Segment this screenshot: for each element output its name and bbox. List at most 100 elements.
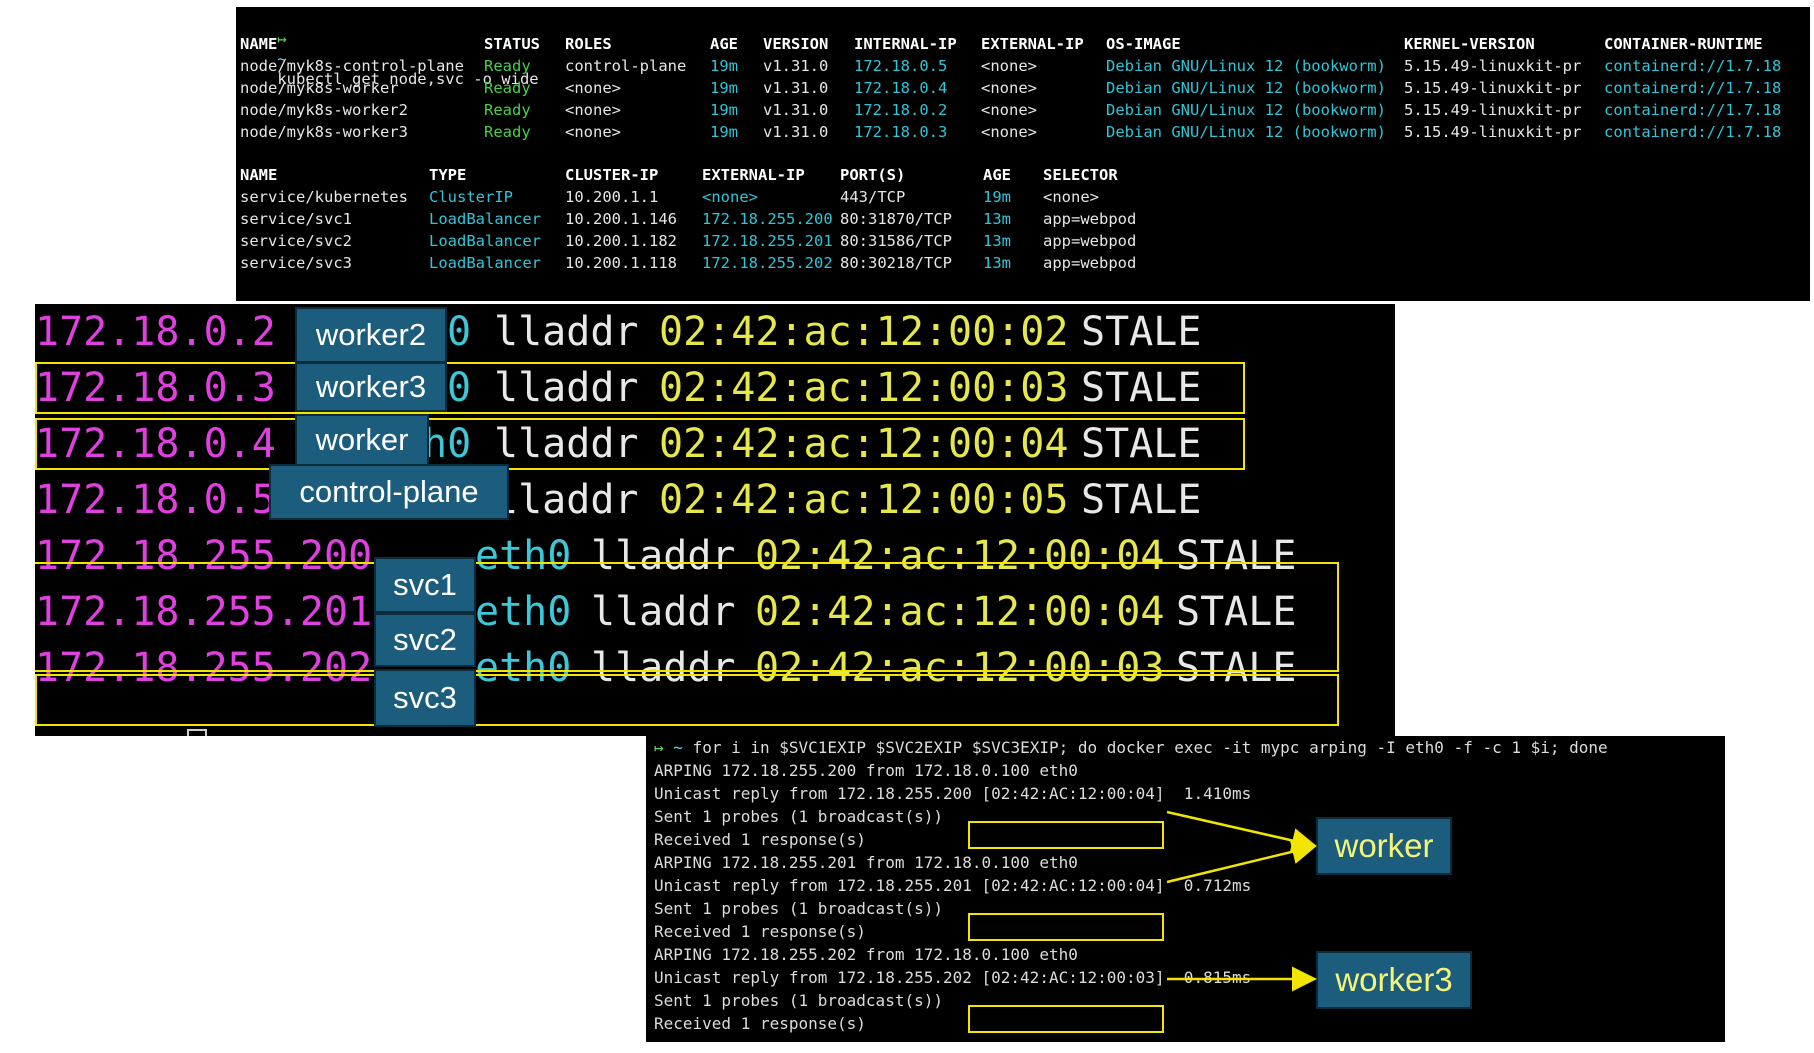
service-row-cell: 172.18.255.200 [702,210,833,228]
service-table-header-col: TYPE [429,166,467,184]
node-row-cell: 172.18.0.3 [854,123,948,141]
arp-neighbor-terminal[interactable]: 172.18.0.2 0 lladdr 02:42:ac:12:00:02 STALE 1… [35,304,1395,736]
node-row-cell: <none> [981,57,1037,75]
arp-row[interactable]: 172.18.0.2 0 lladdr 02:42:ac:12:00:02 STALE [35,304,1395,360]
node-row-cell: Ready [484,101,531,119]
node-row-cell: node/myk8s-control-plane [240,57,464,75]
service-row-cell: LoadBalancer [429,232,541,250]
service-row-cell: LoadBalancer [429,254,541,272]
node-row-cell: Debian GNU/Linux 12 (bookworm) [1106,123,1386,141]
node-row-cell: v1.31.0 [763,101,829,119]
service-table-header-col: AGE [983,166,1011,184]
arping-output-line: Unicast reply from 172.18.255.201 [02:42… [654,876,1252,895]
node-tag-svc2: svc2 [374,613,476,667]
node-row-cell: 5.15.49-linuxkit-pr [1404,79,1582,97]
arp-state: STALE [1081,309,1202,355]
arp-mac: 02:42:ac:12:00:05 [659,477,1069,523]
node-tag-svc3: svc3 [374,669,476,727]
highlight-box [35,362,1245,414]
service-row-cell: LoadBalancer [429,210,541,228]
service-table-header-col: CLUSTER-IP [565,166,659,184]
service-row-cell: 13m [983,210,1011,228]
service-row-cell: service/svc3 [240,254,352,272]
prompt-arrow-icon: ↦ [277,299,286,301]
node-table-header-col: VERSION [763,35,829,53]
service-row-cell: 80:30218/TCP [840,254,952,272]
arping-terminal[interactable]: ↦ ~ for i in $SVC1EXIP $SVC2EXIP $SVC3EX… [646,736,1725,1042]
node-row-cell: node/myk8s-worker [240,79,399,97]
arping-output-line: Sent 1 probes (1 broadcast(s)) [654,807,943,826]
node-row-cell: 172.18.0.2 [854,101,948,119]
node-row-cell: Ready [484,123,531,141]
node-row-cell: Ready [484,79,531,97]
service-row-cell: <none> [702,188,758,206]
arping-output-line: Unicast reply from 172.18.255.200 [02:42… [654,784,1252,803]
node-row-cell: <none> [565,101,621,119]
service-row-cell: 13m [983,254,1011,272]
service-row-cell: 172.18.255.201 [702,232,833,250]
service-row-cell: <none> [1043,188,1099,206]
node-table-header-col: KERNEL-VERSION [1404,35,1535,53]
arping-output-line: Unicast reply from 172.18.255.202 [02:42… [654,968,1252,987]
node-table-header-col: INTERNAL-IP [854,35,957,53]
node-table-header-col: ROLES [565,35,612,53]
arp-ip: 172.18.0.5 [35,477,276,523]
arping-output-line: Sent 1 probes (1 broadcast(s)) [654,899,943,918]
node-row-cell: 5.15.49-linuxkit-pr [1404,123,1582,141]
highlight-box [35,674,1339,726]
arp-row[interactable]: 172.18.0.5 lladdr 02:42:ac:12:00:05 STALE [35,472,1395,528]
node-row-cell: <none> [981,123,1037,141]
arping-output-line: Received 1 response(s) [654,922,866,941]
node-row-cell: 5.15.49-linuxkit-pr [1404,101,1582,119]
node-row-cell: <none> [565,123,621,141]
prompt-arrow-icon: ↦ [654,738,664,757]
service-row-cell: app=webpod [1043,254,1137,272]
prompt-cwd: ~ [673,738,683,757]
service-row-cell: app=webpod [1043,210,1137,228]
node-table-header-col: EXTERNAL-IP [981,35,1084,53]
service-row-cell: service/svc2 [240,232,352,250]
node-row-cell: 19m [710,57,738,75]
node-row-cell: Debian GNU/Linux 12 (bookworm) [1106,57,1386,75]
service-row-cell: 10.200.1.118 [565,254,677,272]
service-row-cell: service/svc1 [240,210,352,228]
node-row-cell: Ready [484,57,531,75]
callout-worker: worker [1316,817,1452,875]
arp-lladdr: lladdr [494,309,639,355]
arping-output-line: ARPING 172.18.255.202 from 172.18.0.100 … [654,945,1078,964]
node-row-cell: 19m [710,123,738,141]
node-table-header-col: NAME [240,35,278,53]
highlight-box [35,562,1339,672]
service-row-cell: ClusterIP [429,188,513,206]
mac-highlight-box [968,1005,1164,1033]
prompt-line[interactable]: ↦ ~ › [240,278,314,301]
node-row-cell: 5.15.49-linuxkit-pr [1404,57,1582,75]
arp-device: 0 [447,309,472,355]
service-row-cell: 19m [983,188,1011,206]
node-row-cell: 19m [710,79,738,97]
arping-output-line: Received 1 response(s) [654,1014,866,1033]
service-row-cell: app=webpod [1043,232,1137,250]
node-table-header-col: AGE [710,35,738,53]
node-row-cell: containerd://1.7.18 [1604,79,1782,97]
node-row-cell: 172.18.0.4 [854,79,948,97]
arp-ip: 172.18.0.2 [35,309,276,355]
service-row-cell: 80:31870/TCP [840,210,952,228]
node-table-header-col: STATUS [484,35,540,53]
node-row-cell: 172.18.0.5 [854,57,948,75]
service-row-cell: 10.200.1.146 [565,210,677,228]
kubectl-terminal[interactable]: ↦ ~ kubectl get node,svc -o wide NAME STA… [236,7,1810,301]
service-row-cell: 443/TCP [840,188,906,206]
node-row-cell: v1.31.0 [763,123,829,141]
node-tag-svc1: svc1 [374,557,476,613]
node-tag-worker3: worker3 [295,362,447,412]
service-row-cell: 13m [983,232,1011,250]
node-row-cell: v1.31.0 [763,57,829,75]
arping-output-line: ARPING 172.18.255.200 from 172.18.0.100 … [654,761,1078,780]
node-row-cell: Debian GNU/Linux 12 (bookworm) [1106,79,1386,97]
highlight-box [35,418,1245,470]
node-tag-worker: worker [295,414,429,466]
mac-highlight-box [968,821,1164,849]
node-row-cell: control-plane [565,57,687,75]
service-table-header-col: EXTERNAL-IP [702,166,805,184]
